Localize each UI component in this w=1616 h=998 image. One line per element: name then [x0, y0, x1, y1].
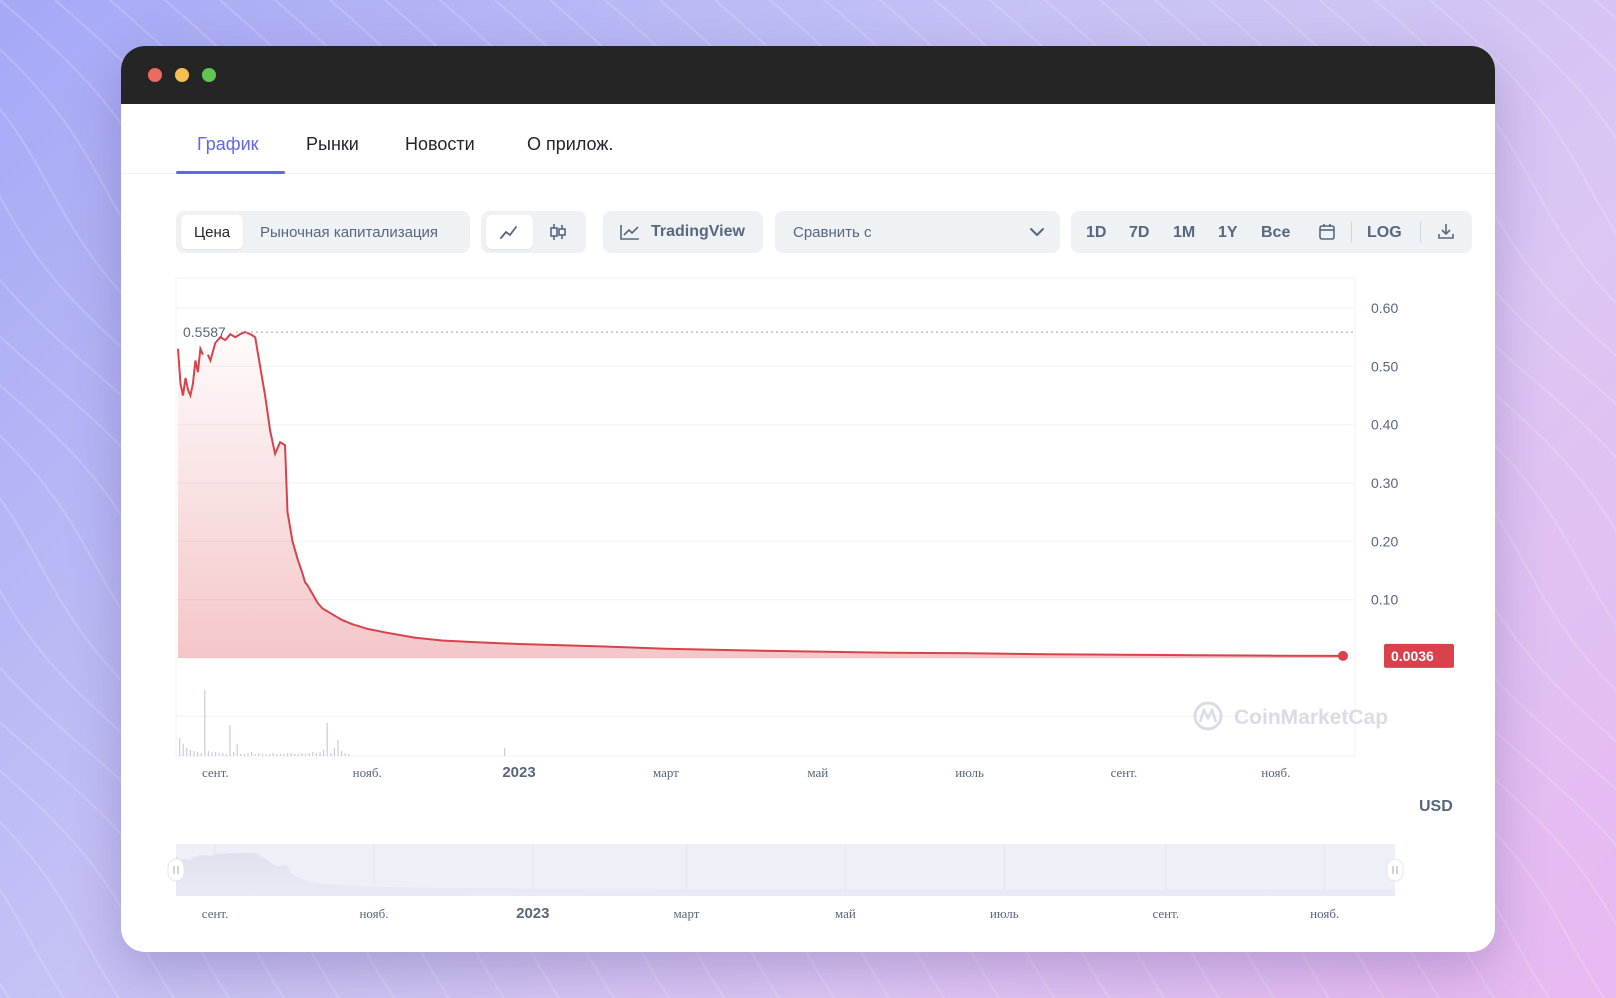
volume-bar [243, 754, 245, 756]
current-price-label: 0.0036 [1391, 648, 1434, 664]
max-price-label: 0.5587 [183, 324, 226, 340]
volume-bar [236, 744, 238, 756]
volume-bar [261, 754, 263, 756]
volume-bar [272, 753, 274, 756]
volume-bar [186, 748, 188, 756]
volume-bar [326, 723, 328, 756]
volume-bar [333, 748, 335, 756]
volume-bar [308, 753, 310, 756]
volume-bar [215, 752, 217, 756]
y-tick-label: 0.50 [1371, 358, 1398, 374]
volume-bar [200, 753, 202, 756]
navigator-x-tick-label: нояб. [1310, 906, 1339, 921]
volume-bar [265, 754, 267, 756]
volume-bar [204, 690, 206, 756]
volume-bar [211, 752, 213, 756]
y-tick-label: 0.40 [1371, 417, 1398, 433]
volume-bar [207, 751, 209, 756]
navigator-x-tick-label: март [674, 906, 700, 921]
app-window: График Рынки Новости О прилож. Цена Рыно… [121, 46, 1495, 952]
volume-bar [193, 751, 195, 756]
volume-bar [330, 753, 332, 756]
x-tick-label: июль [955, 765, 984, 780]
volume-bar [301, 753, 303, 756]
price-area-fill [178, 332, 1343, 658]
price-line-segment [206, 331, 1344, 657]
volume-bar [240, 754, 242, 756]
y-tick-label: 0.30 [1371, 475, 1398, 491]
volume-bar [305, 754, 307, 756]
volume-bar [294, 754, 296, 756]
current-price-dot [1338, 650, 1348, 661]
x-tick-label: нояб. [1261, 765, 1290, 780]
y-tick-label: 0.10 [1371, 592, 1398, 608]
navigator-x-tick-label: май [835, 906, 856, 921]
volume-bar [297, 754, 299, 756]
volume-bar [341, 751, 343, 756]
watermark-text: CoinMarketCap [1234, 706, 1388, 729]
background-wave [0, 820, 121, 998]
volume-bar [276, 754, 278, 756]
volume-bar [290, 753, 292, 756]
volume-bar [323, 750, 325, 756]
price-chart[interactable]: 0.5587 0.60 0.50 0.40 0.30 0.20 0.10 сент. ноя… [121, 46, 1495, 952]
volume-bar [222, 753, 224, 756]
volume-bar [218, 753, 220, 756]
y-tick-label: 0.20 [1371, 533, 1398, 549]
volume-bar [182, 744, 184, 756]
volume-bar [179, 738, 181, 756]
navigator-left-handle[interactable] [167, 858, 185, 882]
volume-bar [197, 752, 199, 756]
volume-bar [337, 740, 339, 756]
volume-bar [315, 753, 317, 756]
volume-bar [319, 752, 321, 756]
x-tick-label: сент. [202, 765, 229, 780]
y-tick-label: 0.60 [1371, 300, 1398, 316]
navigator-x-tick-label: сент. [202, 906, 229, 921]
navigator-x-tick-label: нояб. [359, 906, 388, 921]
volume-bar [504, 748, 506, 756]
navigator-right-handle[interactable] [1386, 858, 1404, 882]
volume-bar [189, 750, 191, 756]
volume-bar [283, 754, 285, 756]
navigator-x-tick-label: 2023 [516, 905, 549, 922]
volume-bar [247, 753, 249, 756]
volume-bar [312, 752, 314, 756]
volume-bar [229, 725, 231, 756]
volume-bar [287, 753, 289, 756]
background-wave [0, 982, 11, 998]
x-tick-label: сент. [1111, 765, 1138, 780]
volume-bar [225, 754, 227, 756]
volume-bar [344, 753, 346, 756]
plot-frame [175, 277, 1356, 757]
volume-bar [251, 752, 253, 756]
x-tick-label: 2023 [502, 764, 535, 781]
currency-label: USD [1419, 798, 1453, 815]
volume-bar [269, 754, 271, 756]
volume-bar [233, 752, 235, 756]
x-tick-label: нояб. [353, 765, 382, 780]
volume-bar [348, 754, 350, 756]
volume-bar [254, 754, 256, 756]
x-tick-label: март [653, 765, 679, 780]
x-tick-label: май [807, 765, 828, 780]
volume-bar [258, 753, 260, 756]
navigator-x-tick-label: сент. [1152, 906, 1179, 921]
navigator-x-tick-label: июль [990, 906, 1019, 921]
volume-bar [279, 754, 281, 756]
background-wave [1538, 0, 1616, 72]
coinmarketcap-logo-icon [1198, 706, 1218, 723]
background-wave [0, 888, 66, 998]
